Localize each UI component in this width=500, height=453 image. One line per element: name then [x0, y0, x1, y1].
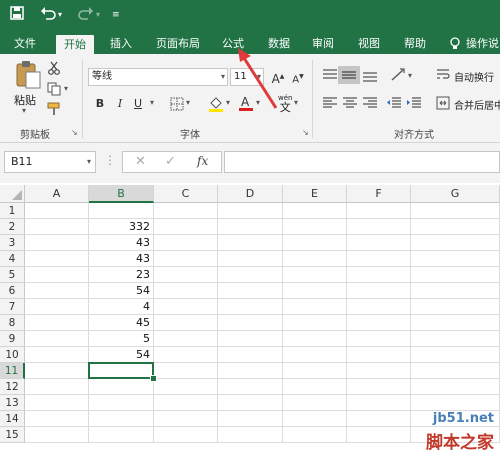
watermark-name: 脚本之家	[426, 433, 494, 453]
watermark-url: jb51.net	[432, 411, 494, 426]
annotation-arrow	[238, 48, 278, 109]
